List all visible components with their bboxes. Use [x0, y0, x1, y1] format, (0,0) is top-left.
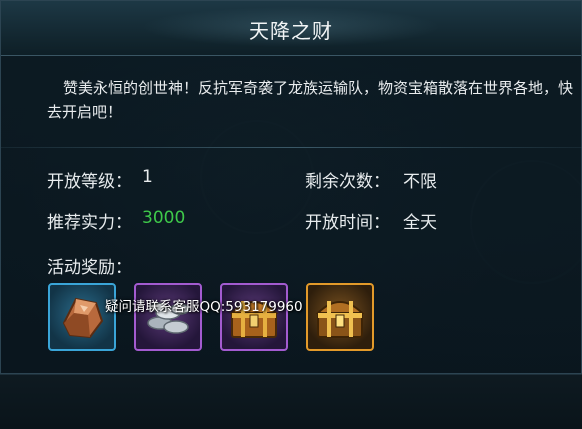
- open-level-value: 1: [142, 167, 153, 187]
- open-level-label: 开放等级：: [47, 172, 132, 192]
- title-bar: 天降之财: [1, 1, 581, 56]
- reward-slot-treasure-chest-legendary[interactable]: [306, 283, 374, 351]
- remaining-count-label: 剩余次数：: [305, 172, 390, 192]
- reward-slot-copper-ore[interactable]: [48, 283, 116, 351]
- event-dialog: 天降之财 赞美永恒的创世神！反抗军奇袭了龙族运输队，物资宝箱散落在世界各地，快去…: [0, 0, 582, 374]
- recommended-power-value: 3000: [142, 208, 186, 228]
- treasure-chest-icon: [315, 301, 365, 338]
- section-divider: [1, 147, 582, 148]
- reward-slot-treasure-chest[interactable]: [220, 283, 288, 351]
- recommended-power-label: 推荐实力：: [47, 213, 132, 233]
- remaining-count-value: 不限: [403, 172, 437, 192]
- rewards-label: 活动奖励：: [47, 258, 132, 278]
- bottom-bar: [0, 374, 582, 429]
- dialog-title: 天降之财: [249, 19, 333, 43]
- event-description: 赞美永恒的创世神！反抗军奇袭了龙族运输队，物资宝箱散落在世界各地，快去开启吧！: [47, 79, 574, 121]
- reward-slot-silver-coins[interactable]: [134, 283, 202, 351]
- contact-watermark: 疑问请联系客服QQ:593179960: [105, 299, 303, 315]
- open-time-value: 全天: [403, 213, 437, 233]
- open-time-label: 开放时间：: [305, 213, 390, 233]
